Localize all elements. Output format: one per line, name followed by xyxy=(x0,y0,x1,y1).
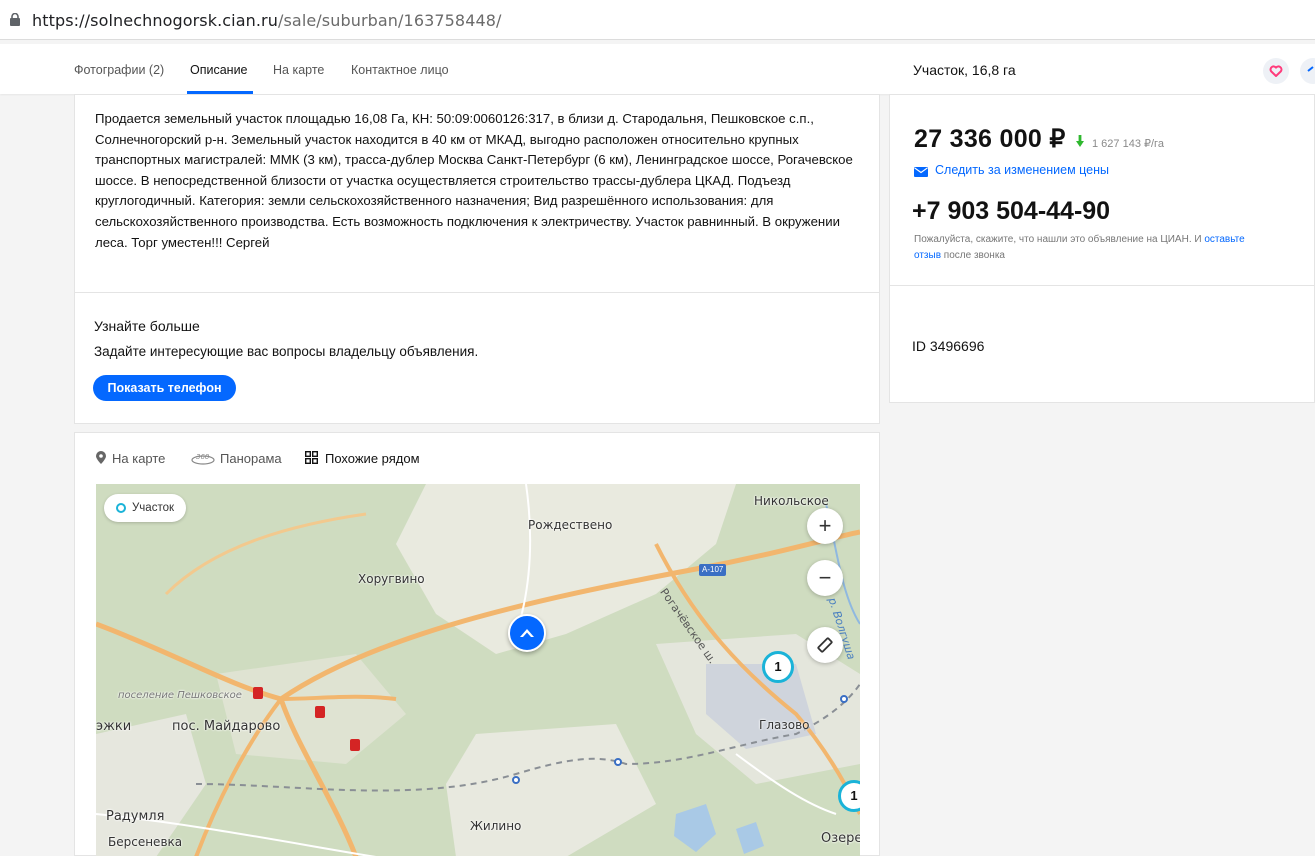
url-host: https://solnechnogorsk.cian.ru xyxy=(32,11,278,30)
map-view[interactable]: Участок А-107 Никольское Рождествено Хор… xyxy=(96,484,860,856)
map-tab-on-map-label: На карте xyxy=(112,451,166,466)
map-label-poselenie: поселение Пешковское xyxy=(118,690,242,701)
map-road xyxy=(164,512,367,596)
map-tab-similar-nearby-label: Похожие рядом xyxy=(325,451,420,466)
share-icon xyxy=(1307,66,1314,72)
learn-more-subtitle: Задайте интересующие вас вопросы владель… xyxy=(94,344,479,359)
legend-dot-icon xyxy=(116,503,126,513)
divider xyxy=(890,285,1314,286)
fuel-station-icon xyxy=(315,706,325,718)
location-pin-icon xyxy=(96,451,106,464)
description-text: Продается земельный участок площадью 16,… xyxy=(95,111,853,250)
zoom-out-button[interactable]: − xyxy=(807,560,843,596)
map-label-zhilino: Жилино xyxy=(470,819,522,833)
listing-location-pin[interactable] xyxy=(508,614,546,652)
price: 27 336 000 ₽ xyxy=(914,125,1066,153)
listing-id: ID 3496696 xyxy=(912,338,985,354)
divider xyxy=(75,292,879,293)
browser-address-bar[interactable]: https://solnechnogorsk.cian.ru/sale/subu… xyxy=(0,0,1315,40)
map-tab-panorama[interactable]: 360 Панорама xyxy=(190,451,282,466)
tab-contact[interactable]: Контактное лицо xyxy=(351,63,449,77)
description-card: Продается земельный участок площадью 16,… xyxy=(74,94,880,424)
map-label-nikolskoe: Никольское xyxy=(754,494,829,508)
svg-text:360: 360 xyxy=(196,453,210,461)
map-lake xyxy=(674,804,716,852)
heart-icon xyxy=(1269,65,1283,77)
map-lake xyxy=(736,822,764,854)
lock-icon xyxy=(10,13,20,26)
fuel-station-icon xyxy=(350,739,360,751)
panorama-360-icon: 360 xyxy=(191,453,215,465)
call-note-tail: после звонка xyxy=(941,250,1005,261)
learn-more-title: Узнайте больше xyxy=(94,318,200,334)
show-phone-button[interactable]: Показать телефон xyxy=(93,375,236,401)
map-tab-on-map[interactable]: На карте xyxy=(96,451,165,466)
envelope-icon xyxy=(914,167,928,177)
map-label-rozhdestveno: Рождествено xyxy=(528,518,613,532)
map-card: На карте 360 Панорама Похожие рядом Учас… xyxy=(74,432,880,856)
call-note: Пожалуйста, скажите, что нашли это объяв… xyxy=(914,232,1304,264)
price-down-arrow-icon xyxy=(1076,135,1084,147)
map-label-zhki: эжки xyxy=(96,719,132,734)
legend-label: Участок xyxy=(132,502,175,514)
map-tab-panorama-label: Панорама xyxy=(220,451,282,466)
map-road xyxy=(280,694,397,701)
map-field xyxy=(446,724,656,856)
map-legend: Участок xyxy=(104,494,187,522)
review-link[interactable]: отзыв xyxy=(914,250,941,261)
tab-map[interactable]: На карте xyxy=(273,63,324,77)
price-per-hectare: 1 627 143 ₽/га xyxy=(1092,138,1164,150)
map-tab-similar-nearby[interactable]: Похожие рядом xyxy=(304,450,420,466)
map-label-glazovo: Глазово xyxy=(759,718,810,732)
map-station xyxy=(840,695,848,703)
phone-number[interactable]: +7 903 504-44-90 xyxy=(912,197,1110,226)
section-tabs: Фотографии (2) Описание На карте Контакт… xyxy=(0,44,1315,94)
ruler-button[interactable] xyxy=(807,627,843,663)
share-button[interactable] xyxy=(1300,58,1315,84)
tab-description[interactable]: Описание xyxy=(190,63,248,77)
price-card: 27 336 000 ₽ 1 627 143 ₽/га Следить за и… xyxy=(889,94,1315,403)
map-station xyxy=(614,758,622,766)
map-label-maydarovo: пос. Майдарово xyxy=(172,719,281,734)
map-canvas xyxy=(96,484,860,856)
favorite-button[interactable] xyxy=(1263,58,1289,84)
url-path: /sale/suburban/163758448/ xyxy=(277,11,502,30)
listing-title: Участок, 16,8 га xyxy=(913,62,1016,78)
watch-price-link[interactable]: Следить за изменением цены xyxy=(935,163,1109,177)
leave-review-link[interactable]: оставьте xyxy=(1204,234,1244,245)
map-tabs: На карте 360 Панорама Похожие рядом xyxy=(75,433,879,485)
map-field xyxy=(216,654,406,764)
grid-icon xyxy=(304,450,318,464)
map-label-khorugvino: Хоругвино xyxy=(358,572,425,586)
map-label-radumlya: Радумля xyxy=(106,809,165,824)
url-text[interactable]: https://solnechnogorsk.cian.ru/sale/subu… xyxy=(32,11,502,30)
fuel-station-icon xyxy=(253,687,263,699)
house-icon xyxy=(520,629,534,637)
map-station xyxy=(512,776,520,784)
zoom-in-button[interactable]: + xyxy=(807,508,843,544)
tab-photos[interactable]: Фотографии (2) xyxy=(74,63,164,77)
map-label-ozere: Озере xyxy=(821,831,860,846)
road-sign: А-107 xyxy=(699,564,727,576)
ruler-icon xyxy=(817,637,833,653)
call-note-text: Пожалуйста, скажите, что нашли это объяв… xyxy=(914,234,1205,245)
similar-listing-cluster[interactable]: 1 xyxy=(762,651,794,683)
map-label-bersenevka: Берсеневка xyxy=(108,835,183,849)
